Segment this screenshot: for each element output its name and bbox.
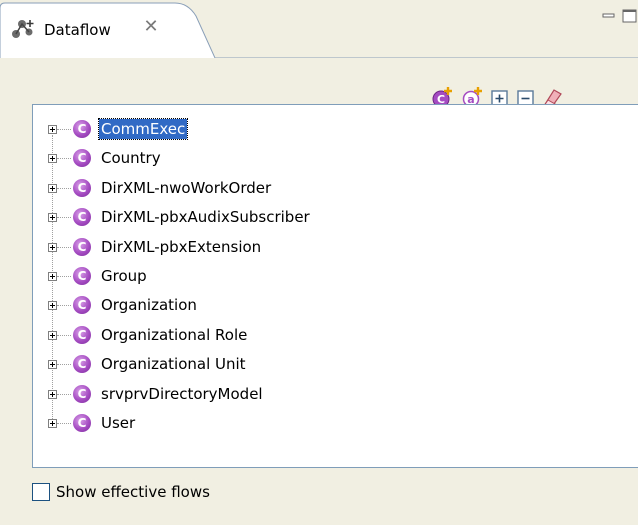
tree-item-label[interactable]: DirXML-pbxExtension: [99, 237, 263, 257]
tree-item-label[interactable]: CommExec: [97, 118, 189, 140]
view-tab-strip: Dataflow ✕: [0, 0, 638, 58]
tree-item[interactable]: C Group: [33, 262, 593, 291]
class-icon: C: [73, 149, 91, 168]
tab-dataflow[interactable]: Dataflow ✕: [0, 0, 215, 58]
tree-item-label[interactable]: Country: [99, 148, 163, 168]
expand-icon[interactable]: [48, 360, 57, 370]
tree-item[interactable]: C Organization: [33, 291, 593, 320]
tree-connector: [57, 129, 71, 130]
tab-title: Dataflow: [44, 21, 111, 39]
tree-connector: [57, 276, 71, 277]
tree-item[interactable]: C Organizational Unit: [33, 350, 593, 379]
expand-icon[interactable]: [48, 389, 57, 399]
class-tree[interactable]: C CommExec C Country C DirXML-nwoWorkOrder C Di…: [32, 104, 638, 468]
expand-icon[interactable]: [48, 213, 57, 223]
tree-connector: [57, 393, 71, 395]
maximize-icon[interactable]: [620, 8, 638, 24]
class-icon: C: [73, 267, 91, 285]
expand-icon[interactable]: [48, 301, 57, 311]
minimize-icon[interactable]: [600, 8, 618, 24]
tree-item-label[interactable]: DirXML-nwoWorkOrder: [99, 178, 273, 198]
show-effective-flows-label: Show effective flows: [56, 483, 210, 501]
tree-item[interactable]: C DirXML-nwoWorkOrder: [33, 174, 593, 203]
class-icon: C: [73, 120, 91, 138]
tree-connector: [57, 423, 71, 424]
show-effective-flows-checkbox[interactable]: [32, 483, 50, 501]
close-icon[interactable]: ✕: [142, 18, 160, 36]
expand-icon[interactable]: [48, 183, 57, 193]
tree-connector: [57, 217, 71, 219]
tree-item-label[interactable]: DirXML-pbxAudixSubscriber: [99, 207, 312, 227]
class-icon: C: [73, 325, 91, 344]
view-toolbar: C a: [0, 58, 638, 110]
expand-icon[interactable]: [48, 330, 57, 340]
tree-item[interactable]: C Country: [33, 144, 593, 173]
tree-connector: [57, 158, 71, 160]
expand-icon[interactable]: [48, 272, 57, 281]
tree-item[interactable]: C Organizational Role: [33, 321, 593, 350]
tree-item-label[interactable]: srvprvDirectoryModel: [99, 384, 265, 404]
tree-item[interactable]: CsrvprvDirectoryModel: [33, 380, 593, 409]
expand-icon[interactable]: [48, 242, 57, 252]
class-icon: C: [73, 178, 91, 197]
class-icon: C: [73, 208, 91, 227]
class-icon: C: [73, 355, 91, 374]
tree-connector: [57, 364, 71, 366]
tree-item[interactable]: C User: [33, 409, 593, 438]
expand-icon[interactable]: [48, 125, 57, 134]
tree-connector: [57, 187, 71, 189]
class-icon: C: [73, 414, 91, 432]
dataflow-icon: [12, 20, 34, 38]
class-icon: C: [73, 296, 91, 315]
tree-item-label[interactable]: Group: [99, 266, 149, 286]
tree-item-label[interactable]: User: [99, 413, 137, 433]
tree-item[interactable]: C CommExec: [33, 115, 593, 144]
expand-icon[interactable]: [48, 154, 57, 164]
tree-item[interactable]: C DirXML-pbxExtension: [33, 233, 593, 262]
tree-connector: [57, 246, 71, 248]
tree-item-label[interactable]: Organizational Role: [99, 325, 249, 345]
expand-icon[interactable]: [48, 419, 57, 428]
tree-item[interactable]: C DirXML-pbxAudixSubscriber: [33, 203, 593, 232]
class-icon: C: [73, 237, 91, 256]
tree-item-label[interactable]: Organizational Unit: [99, 354, 248, 374]
tree-connector: [57, 334, 71, 336]
tree-item-label[interactable]: Organization: [99, 295, 199, 315]
class-icon: C: [73, 384, 91, 403]
tree-connector: [57, 305, 71, 307]
